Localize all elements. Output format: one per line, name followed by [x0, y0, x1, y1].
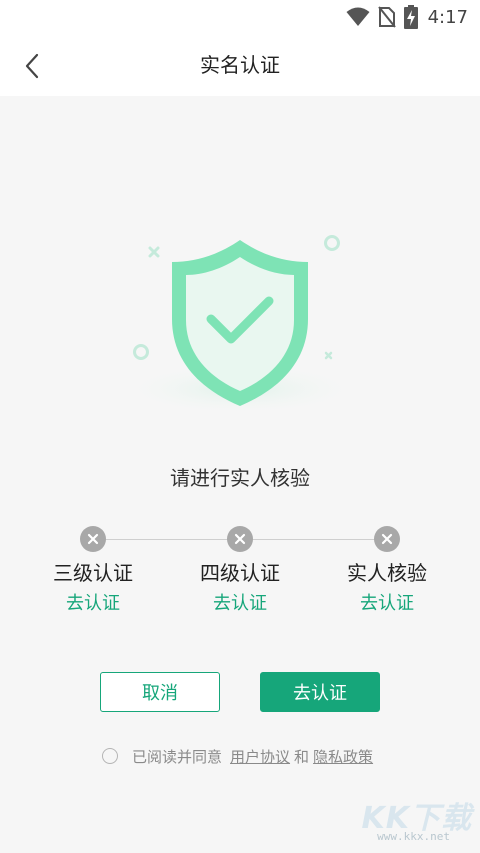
step-person-verify: 实人核验 去认证	[317, 526, 457, 616]
content-area: 请进行实人核验 三级认证 去认证 四级认证 去认证 实人核验 去认证 取消 去认…	[0, 96, 480, 853]
status-icons: 4:17	[346, 4, 468, 30]
step-name: 三级认证	[53, 561, 133, 585]
agreement-prefix: 已阅读并同意	[132, 747, 223, 766]
user-agreement-link[interactable]: 用户协议	[230, 746, 290, 767]
back-button[interactable]	[14, 48, 50, 84]
step-status-x-icon	[374, 526, 400, 552]
step-go-verify-link[interactable]: 去认证	[23, 592, 163, 616]
no-sim-icon	[377, 6, 396, 28]
verification-prompt: 请进行实人核验	[170, 466, 310, 490]
wifi-icon	[346, 7, 370, 26]
agreement-and: 和	[294, 747, 310, 766]
chevron-left-icon	[25, 53, 39, 79]
page-title: 实名认证	[200, 53, 280, 77]
step-status-x-icon	[227, 526, 253, 552]
cancel-button[interactable]: 取消	[100, 672, 220, 712]
agreement-row: 已阅读并同意 用户协议 和 隐私政策	[102, 745, 373, 767]
step-name: 四级认证	[200, 561, 280, 585]
step-name: 实人核验	[347, 561, 427, 585]
step-go-verify-link[interactable]: 去认证	[317, 592, 457, 616]
step-level-4: 四级认证 去认证	[170, 526, 310, 616]
step-status-x-icon	[80, 526, 106, 552]
watermark: KK下载 www.kkx.net	[342, 793, 472, 843]
status-bar: 4:17	[0, 0, 480, 34]
step-level-3: 三级认证 去认证	[23, 526, 163, 616]
status-time: 4:17	[427, 6, 468, 28]
watermark-url: www.kkx.net	[377, 830, 450, 843]
step-go-verify-link[interactable]: 去认证	[170, 592, 310, 616]
battery-charging-icon	[403, 5, 418, 29]
go-verify-button[interactable]: 去认证	[260, 672, 380, 712]
privacy-policy-link[interactable]: 隐私政策	[313, 746, 373, 767]
agreement-checkbox[interactable]	[102, 748, 118, 764]
app-bar: 实名认证	[0, 34, 480, 96]
shield-check-illustration	[120, 235, 360, 415]
